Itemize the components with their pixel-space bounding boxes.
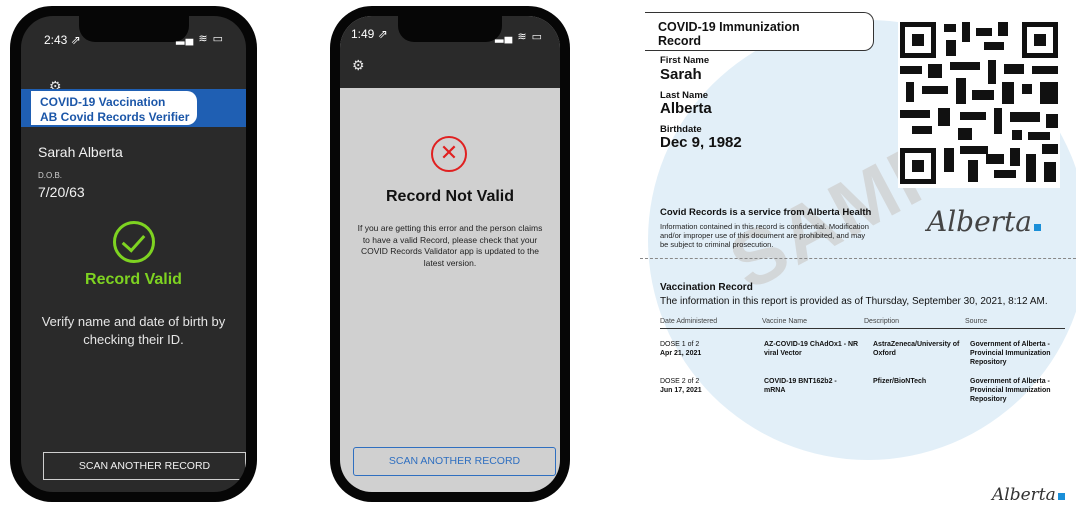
qr-code [898,20,1060,188]
first-name-value: Sarah [660,66,702,83]
status-time: 2:43 ⇗ [44,33,81,47]
footer-logo-text: Alberta [992,485,1056,505]
phone-screen: 2:43 ⇗ ▂▄ ≋ ▭ ⚙ COVID-19 Vaccination AB … [21,16,246,492]
immunization-record-document: SAMPLE COVID-19 Immunization Record Firs… [640,0,1076,514]
verify-instruction: Verify name and date of birth by checkin… [41,314,226,347]
alberta-logo-text: Alberta [927,205,1032,238]
logo-square-icon [1057,493,1065,500]
dashed-divider [640,258,1076,259]
cell-date: Jun 17, 2021 [660,387,702,394]
table-header-rule [660,328,1065,329]
record-title-line2: Record [658,34,702,48]
as-of-statement: The information in this report is provid… [660,296,1048,307]
service-statement: Covid Records is a service from Alberta … [660,207,872,218]
vaccination-record-title: Vaccination Record [660,282,753,293]
result-title: Record Valid [85,271,182,288]
cell-source: Government of Alberta - Provincial Immun… [970,341,1051,366]
error-x-circle-icon: ✕ [431,136,467,172]
first-name-label: First Name [660,55,710,66]
column-header-source: Source [965,318,988,325]
cell-description: Pfizer/BioNTech [873,378,927,385]
birthdate-value: Dec 9, 1982 [660,134,742,151]
qr-finder-top-left [900,22,936,58]
status-icons: ▂▄ ≋ ▭ [495,31,543,43]
cell-description: AstraZeneca/University of Oxford [873,341,960,357]
logo-square-icon [1034,224,1041,231]
app-title-line1: COVID-19 Vaccination [40,95,166,109]
qr-finder-top-right [1022,22,1058,58]
column-header-description: Description [864,318,900,325]
error-message: If you are getting this error and the pe… [357,223,543,268]
footer-alberta-logo: Alberta [992,485,1065,505]
cell-source: Government of Alberta - Provincial Immun… [970,378,1051,403]
checkmark-circle-icon [113,221,155,263]
phone-invalid-record: 1:49 ⇗ ▂▄ ≋ ▭ ⚙ ✕ Record Not Valid If yo… [330,6,570,502]
confidentiality-note: Information contained in this record is … [660,222,869,249]
column-header-date: Date Administered [660,318,718,325]
record-title: COVID-19 Immunization Record [658,20,848,48]
cell-dose: DOSE 2 of 2 [660,378,700,385]
record-title-line1: COVID-19 Immunization [658,20,800,34]
gear-icon[interactable]: ⚙ [352,57,365,74]
app-title-line2: AB Covid Records Verifier [40,110,190,124]
qr-finder-bottom-left [900,148,936,184]
column-header-vaccine: Vaccine Name [762,318,808,325]
cell-vaccine: AZ-COVID-19 ChAdOx1 - NR viral Vector [764,341,859,357]
alberta-logo: Alberta [927,205,1041,238]
dob-label: D.O.B. [38,171,63,180]
phone-screen: 1:49 ⇗ ▂▄ ≋ ▭ ⚙ ✕ Record Not Valid If yo… [340,16,560,492]
result-title: Record Not Valid [385,188,515,205]
holder-name: Sarah Alberta [38,144,123,160]
status-icons: ▂▄ ≋ ▭ [176,33,224,45]
phone-valid-record: 2:43 ⇗ ▂▄ ≋ ▭ ⚙ COVID-19 Vaccination AB … [10,6,257,502]
app-title-card: COVID-19 Vaccination AB Covid Records Ve… [31,91,197,125]
status-bar: 2:43 ⇗ ▂▄ ≋ ▭ [21,16,246,56]
last-name-value: Alberta [660,100,712,117]
status-time: 1:49 ⇗ [351,27,388,41]
dob-value: 7/20/63 [38,184,85,200]
cell-dose: DOSE 1 of 2 [660,341,700,348]
cell-vaccine: COVID-19 BNT162b2 - mRNA [764,378,837,394]
scan-another-record-button[interactable]: SCAN ANOTHER RECORD [43,452,246,480]
status-bar: 1:49 ⇗ ▂▄ ≋ ▭ [340,16,560,56]
cell-date: Apr 21, 2021 [660,350,702,357]
app-header-banner: COVID-19 Vaccination AB Covid Records Ve… [21,89,246,127]
scan-another-record-button[interactable]: SCAN ANOTHER RECORD [353,447,556,476]
